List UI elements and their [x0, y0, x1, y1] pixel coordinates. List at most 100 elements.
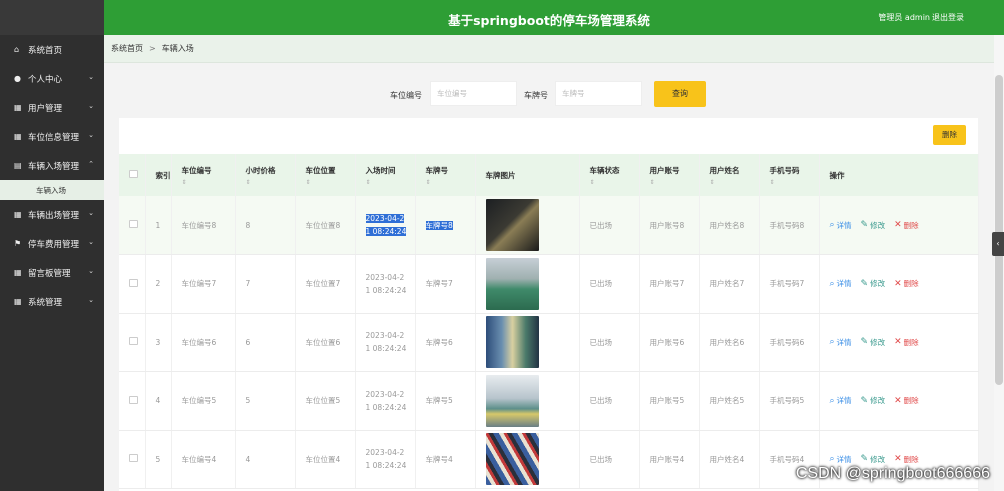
sort-icon[interactable]: ⇕ — [306, 179, 355, 186]
row-checkbox[interactable] — [129, 278, 138, 287]
sidebar-item[interactable]: ⚑ 停车费用管理 ⌄ — [0, 229, 104, 258]
table-row[interactable]: 3 车位编号6 6 车位位置6 2023-04-2 1 08:24:24 车牌号6 已出场 用户… — [119, 313, 979, 372]
app-frame: ⌂ 系统首页 ● 个人中心 ⌄ ▦ 用户管理 ⌄ ▦ 车位信息管理 ⌄ ▤ 车辆入场管理 ⌃ 车辆入场 ▦ 车辆… — [0, 0, 1004, 491]
table-cell: 车牌号4 — [415, 430, 476, 489]
space-number-input[interactable]: 车位编号 — [430, 81, 517, 106]
hourly-price: 5 — [245, 396, 251, 406]
breadcrumb-separator: > — [149, 44, 156, 53]
sidebar-item[interactable]: ▦ 系统管理 ⌄ — [0, 287, 104, 316]
close-icon: ✕ — [894, 395, 902, 406]
table-cell — [119, 430, 146, 489]
sidebar-item[interactable]: ▦ 用户管理 ⌄ — [0, 93, 104, 122]
row-checkbox[interactable] — [129, 220, 138, 228]
user-account: 用户账号7 — [649, 279, 685, 289]
sort-icon[interactable]: ⇕ — [650, 179, 699, 186]
sidebar-item[interactable]: ▤ 车辆入场管理 ⌃ — [0, 151, 104, 180]
plate-image-thumbnail[interactable] — [485, 433, 539, 486]
row-checkbox[interactable] — [129, 454, 138, 463]
table-cell: 6 — [235, 313, 296, 372]
scrollbar-thumb[interactable] — [995, 75, 1003, 385]
row-checkbox[interactable] — [129, 395, 138, 404]
table-row[interactable]: 2 车位编号7 7 车位位置7 2023-04-2 1 08:24:24 车牌号7 已出场 用户… — [119, 254, 979, 314]
column-header[interactable]: 手机号码 ⇕ — [759, 154, 820, 196]
edit-button[interactable]: ✎ 修改 — [861, 395, 886, 406]
batch-delete-button[interactable]: 删除 — [933, 125, 966, 145]
column-header[interactable]: 用户账号 ⇕ — [639, 154, 700, 196]
user-name: 用户姓名5 — [709, 396, 745, 406]
entry-time-line1: 2023-04-2 — [365, 448, 405, 458]
delete-button[interactable]: ✕ 删除 — [894, 395, 919, 406]
view-button[interactable]: ⌕ 详情 — [830, 220, 852, 231]
column-header[interactable]: 用户姓名 ⇕ — [699, 154, 760, 196]
entry-time-line2: 1 08:24:24 — [365, 402, 407, 412]
table-cell: 车位位置4 — [295, 430, 356, 489]
table-row[interactable]: 4 车位编号5 5 车位位置5 2023-04-2 1 08:24:24 车牌号5 已出场 用户… — [119, 371, 979, 431]
delete-button[interactable]: ✕ 删除 — [894, 337, 919, 348]
column-header-label: 车牌号 — [425, 165, 449, 175]
delete-button[interactable]: ✕ 删除 — [894, 278, 919, 289]
row-checkbox[interactable] — [129, 337, 138, 346]
sidebar-item[interactable]: ▦ 车辆出场管理 ⌄ — [0, 200, 104, 229]
user-name: 用户姓名6 — [709, 337, 745, 347]
logout-link[interactable]: 退出登录 — [932, 12, 964, 23]
table-cell: 用户账号5 — [639, 371, 700, 431]
sort-icon[interactable]: ⇕ — [710, 179, 759, 186]
delete-button[interactable]: ✕ 删除 — [894, 220, 919, 231]
view-button[interactable]: ⌕ 详情 — [830, 395, 852, 406]
column-header[interactable]: 操作 — [819, 154, 979, 196]
vehicle-status: 已出场 — [589, 220, 613, 230]
table-cell: 用户账号4 — [639, 430, 700, 489]
query-button[interactable]: 查询 — [654, 81, 706, 107]
column-header[interactable]: 小时价格 ⇕ — [235, 154, 296, 196]
table-row[interactable]: 1 车位编号8 8 车位位置8 2023-04-2 1 08:24:24 车牌号8 已出场 用户… — [119, 196, 979, 255]
plate-number-input[interactable]: 车牌号 — [555, 81, 642, 106]
select-all-checkbox[interactable] — [129, 170, 138, 178]
view-button[interactable]: ⌕ 详情 — [830, 278, 852, 289]
column-header[interactable]: 车位编号 ⇕ — [171, 154, 236, 196]
breadcrumb-home[interactable]: 系统首页 — [111, 43, 143, 54]
sidebar-subitem-active[interactable]: 车辆入场 — [0, 180, 104, 200]
edit-button[interactable]: ✎ 修改 — [861, 337, 886, 348]
hourly-price: 8 — [245, 220, 251, 230]
view-button[interactable]: ⌕ 详情 — [830, 337, 852, 348]
sidebar-item[interactable]: ● 个人中心 ⌄ — [0, 64, 104, 93]
sort-icon[interactable]: ⇕ — [246, 179, 295, 186]
plate-image-thumbnail[interactable] — [485, 257, 539, 310]
column-header[interactable] — [119, 154, 146, 196]
sort-icon[interactable]: ⇕ — [366, 179, 415, 186]
column-header[interactable]: 车牌图片 — [475, 154, 580, 196]
table-cell: 用户姓名8 — [699, 196, 760, 255]
pencil-icon: ✎ — [860, 220, 869, 230]
chevron-down-icon: ⌄ — [88, 73, 94, 81]
page-scrollbar[interactable] — [994, 35, 1004, 491]
collapse-tab[interactable]: ‹ — [992, 232, 1004, 256]
table-cell: 用户账号6 — [639, 313, 700, 372]
edit-button[interactable]: ✎ 修改 — [861, 278, 886, 289]
sidebar-item[interactable]: ▦ 车位信息管理 ⌄ — [0, 122, 104, 151]
view-button[interactable]: ⌕ 详情 — [830, 454, 852, 465]
edit-button[interactable]: ✎ 修改 — [861, 454, 886, 465]
column-header[interactable]: 车牌号 ⇕ — [415, 154, 476, 196]
sidebar-item[interactable]: ▦ 留言板管理 ⌄ — [0, 258, 104, 287]
sort-icon[interactable]: ⇕ — [770, 179, 819, 186]
column-header[interactable]: 车辆状态 ⇕ — [579, 154, 640, 196]
edit-button[interactable]: ✎ 修改 — [861, 220, 886, 231]
table-cell: 车牌号7 — [415, 254, 476, 314]
column-header[interactable]: 索引 — [145, 154, 172, 196]
sort-icon[interactable]: ⇕ — [426, 179, 475, 186]
hourly-price: 7 — [245, 279, 251, 289]
sort-icon[interactable]: ⇕ — [590, 179, 639, 186]
plate-image-thumbnail[interactable] — [485, 199, 539, 251]
sidebar-item[interactable]: ⌂ 系统首页 — [0, 35, 104, 64]
sort-icon[interactable]: ⇕ — [182, 179, 235, 186]
table-cell: 2023-04-2 1 08:24:24 — [355, 430, 416, 489]
chevron-down-icon: ⌄ — [88, 238, 94, 246]
phone-number: 手机号码8 — [769, 220, 805, 230]
column-header[interactable]: 入场时间 ⇕ — [355, 154, 416, 196]
entry-time: 2023-04-2 1 08:24:24 — [366, 446, 415, 472]
column-header[interactable]: 车位位置 ⇕ — [295, 154, 356, 196]
delete-button[interactable]: ✕ 删除 — [894, 454, 919, 465]
table-cell: 用户姓名7 — [699, 254, 760, 314]
plate-image-thumbnail[interactable] — [485, 374, 539, 427]
plate-image-thumbnail[interactable] — [485, 316, 539, 369]
